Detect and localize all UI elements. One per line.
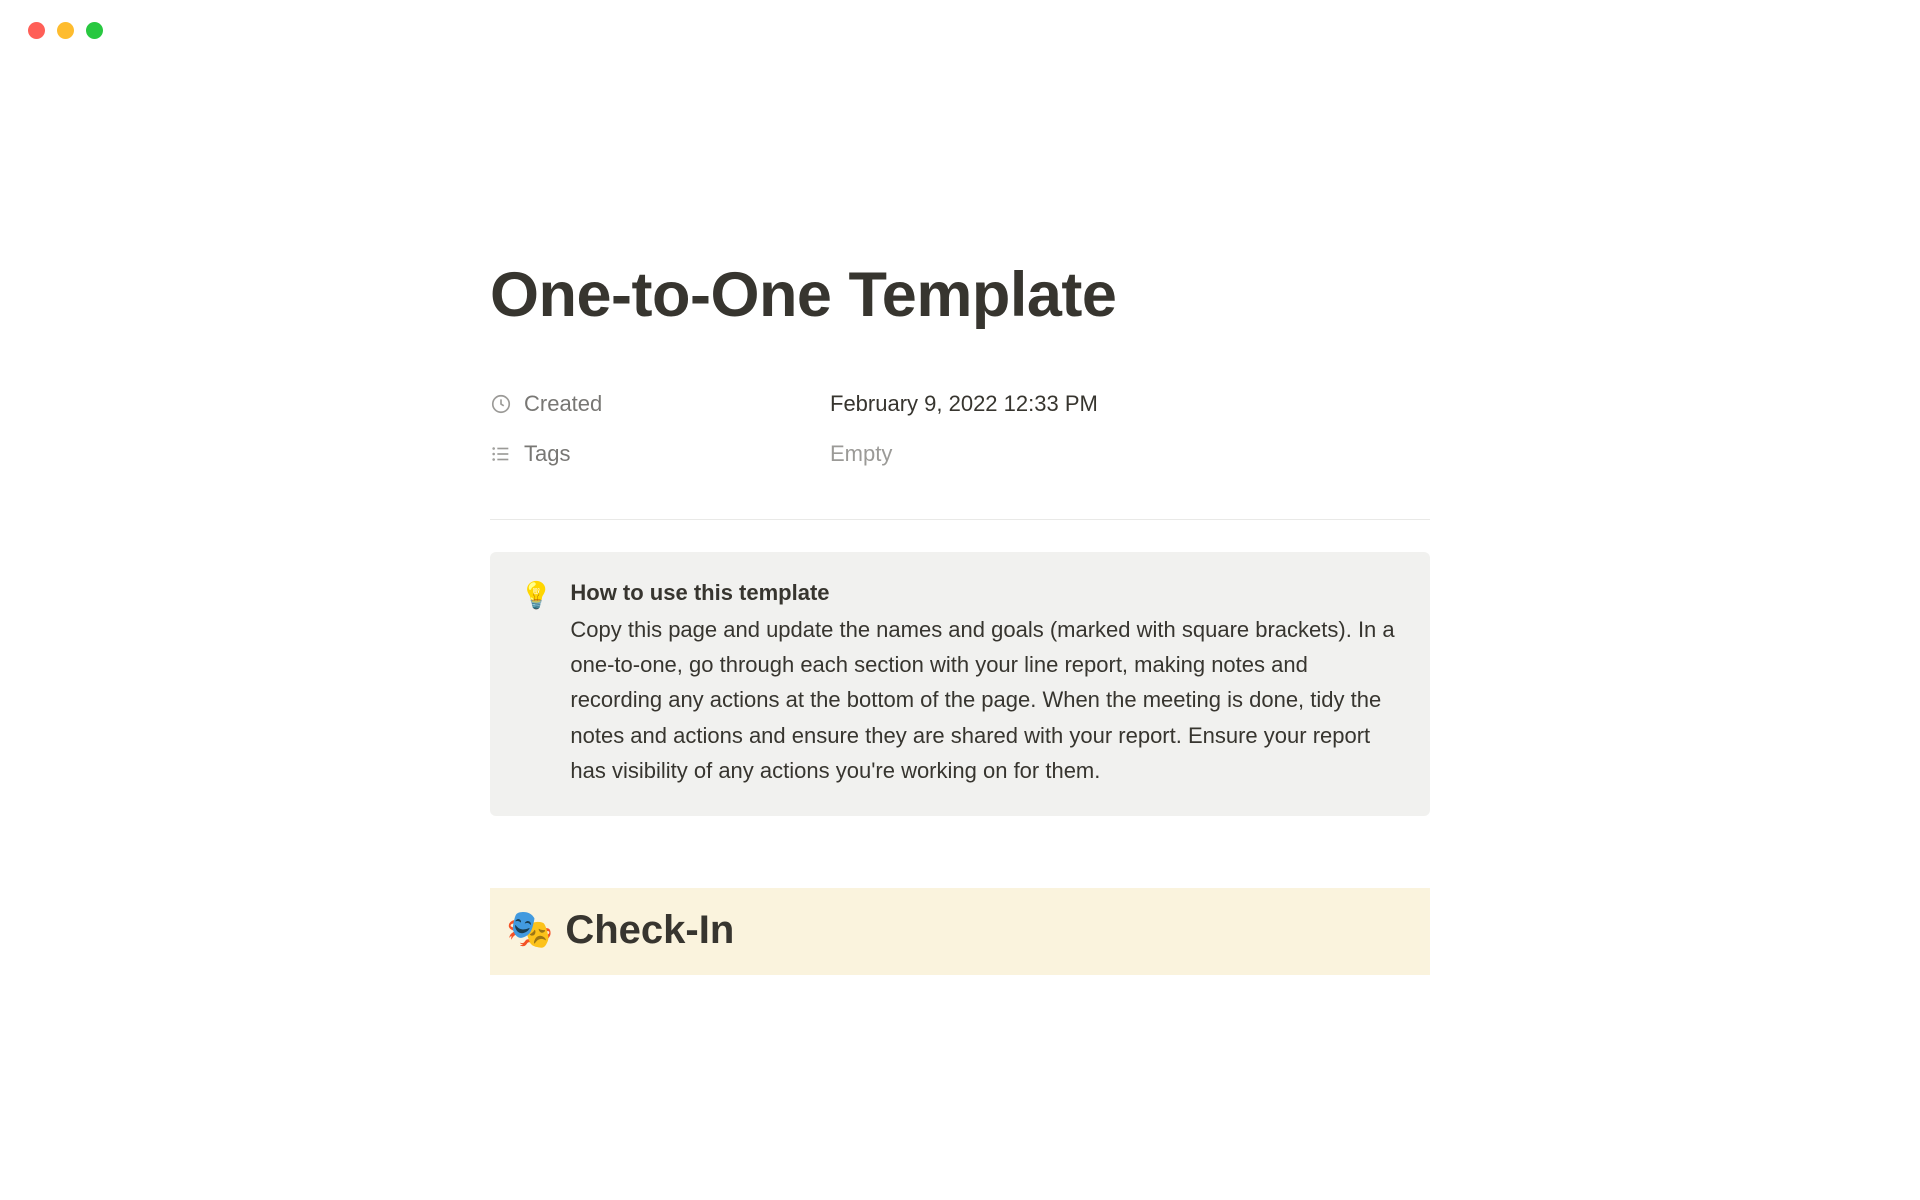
clock-icon — [490, 393, 512, 415]
callout-body[interactable]: Copy this page and update the names and … — [570, 612, 1400, 788]
callout-box[interactable]: 💡 How to use this template Copy this pag… — [490, 552, 1430, 816]
property-created-label-text: Created — [524, 391, 602, 417]
lightbulb-icon: 💡 — [520, 580, 552, 788]
window-maximize-button[interactable] — [86, 22, 103, 39]
masks-icon: 🎭 — [506, 908, 553, 952]
property-created-label: Created — [490, 391, 830, 417]
callout-content: How to use this template Copy this page … — [570, 580, 1400, 788]
section-checkin-heading[interactable]: 🎭 Check-In — [490, 888, 1430, 975]
property-tags-row[interactable]: Tags Empty — [490, 429, 1430, 479]
window-close-button[interactable] — [28, 22, 45, 39]
divider — [490, 519, 1430, 520]
property-tags-label: Tags — [490, 441, 830, 467]
window-controls — [0, 0, 1920, 39]
list-icon — [490, 443, 512, 465]
property-tags-value[interactable]: Empty — [830, 441, 892, 467]
page-title[interactable]: One-to-One Template — [490, 259, 1430, 331]
property-created-value[interactable]: February 9, 2022 12:33 PM — [830, 391, 1098, 417]
callout-title[interactable]: How to use this template — [570, 580, 1400, 606]
section-checkin-title[interactable]: Check-In — [565, 908, 734, 953]
properties-table: Created February 9, 2022 12:33 PM Tags — [490, 379, 1430, 479]
window-minimize-button[interactable] — [57, 22, 74, 39]
property-tags-label-text: Tags — [524, 441, 570, 467]
page-container: One-to-One Template Created February 9, … — [240, 39, 1680, 975]
property-created-row[interactable]: Created February 9, 2022 12:33 PM — [490, 379, 1430, 429]
